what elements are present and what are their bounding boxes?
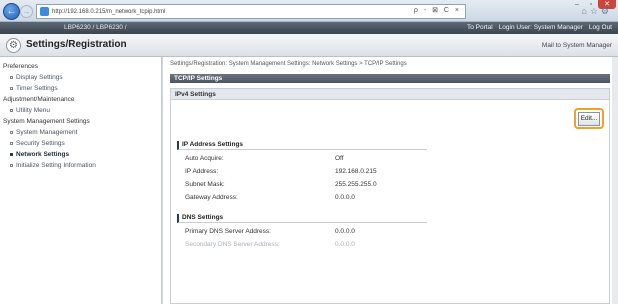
bullet-icon — [10, 153, 13, 156]
star-icon[interactable]: ☆ — [590, 6, 601, 16]
sidebar-item-label: Initialize Setting Information — [16, 162, 96, 169]
title-band: ⚙ Settings/Registration Mail to System M… — [0, 34, 618, 57]
edit-button[interactable]: Edit... — [578, 111, 600, 126]
setting-label: Secondary DNS Server Address: — [185, 241, 280, 248]
setting-label: Primary DNS Server Address: — [185, 228, 271, 235]
setting-row-subnet-mask: Subnet Mask: 255.255.255.0 — [185, 181, 485, 190]
forward-button[interactable]: → — [20, 5, 33, 18]
sidebar-item-display-settings[interactable]: Display Settings — [0, 72, 161, 83]
back-button[interactable]: ← — [3, 3, 20, 20]
sidebar-item-label: Utility Menu — [16, 107, 50, 114]
app-header: LBP6230 / LBP6230 / To Portal Login User… — [0, 22, 618, 34]
panel-title: IPv4 Settings — [171, 89, 609, 100]
arrow-right-icon: → — [22, 7, 31, 16]
address-tools[interactable]: ρ - ⊠ C × — [414, 6, 461, 14]
header-links: To Portal Login User: System Manager Log… — [467, 24, 612, 31]
sidebar-item-label: Network Settings — [16, 151, 70, 158]
address-bar[interactable]: http://192.168.0.215/m_network_tcpip.htm… — [36, 4, 466, 19]
sidebar-item-initialize-settings[interactable]: Initialize Setting Information — [0, 160, 161, 171]
setting-value: 0.0.0.0 — [335, 228, 355, 235]
bullet-icon — [10, 109, 13, 112]
ip-address-settings-heading: IP Address Settings — [177, 141, 427, 150]
bullet-icon — [10, 87, 13, 90]
setting-value: 192.168.0.215 — [335, 168, 377, 175]
section-title: TCP/IP Settings — [170, 74, 610, 83]
bullet-icon — [10, 164, 13, 167]
setting-row-gateway-address: Gateway Address: 0.0.0.0 — [185, 194, 485, 203]
sidebar-item-network-settings[interactable]: Network Settings — [0, 149, 161, 160]
sidebar-item-label: Security Settings — [16, 140, 65, 147]
setting-row-ip-address: IP Address: 192.168.0.215 — [185, 168, 485, 177]
setting-value: 0.0.0.0 — [335, 194, 355, 201]
mail-to-system-manager-link[interactable]: Mail to System Manager — [542, 42, 612, 49]
sidebar-item-label: Timer Settings — [16, 85, 58, 92]
sidebar-item-label: Display Settings — [16, 74, 63, 81]
sidebar: Preferences Display Settings Timer Setti… — [0, 57, 162, 304]
login-user: Login User: System Manager — [498, 24, 583, 31]
home-icon[interactable]: ⌂ — [581, 6, 589, 16]
page-scrollbar[interactable] — [612, 57, 618, 304]
bullet-icon — [10, 142, 13, 145]
settings-gear-icon: ⚙ — [6, 38, 21, 53]
page-title: Settings/Registration — [26, 39, 127, 50]
breadcrumb: Settings/Registration: System Management… — [170, 61, 407, 67]
dns-settings-heading: DNS Settings — [177, 214, 427, 223]
sidebar-section-preferences[interactable]: Preferences — [0, 61, 161, 72]
bullet-icon — [10, 131, 13, 134]
url-text: http://192.168.0.215/m_network_tcpip.htm… — [52, 8, 166, 15]
to-portal-link[interactable]: To Portal — [467, 24, 493, 31]
sidebar-item-timer-settings[interactable]: Timer Settings — [0, 83, 161, 94]
setting-value: 255.255.255.0 — [335, 181, 377, 188]
sidebar-item-utility-menu[interactable]: Utility Menu — [0, 105, 161, 116]
setting-label: Subnet Mask: — [185, 181, 225, 188]
log-out-link[interactable]: Log Out — [589, 24, 612, 31]
main-content: Settings/Registration: System Management… — [163, 57, 618, 304]
site-icon — [40, 7, 49, 16]
browser-toolbar: – ▫ ✕ ← → http://192.168.0.215/m_network… — [0, 0, 618, 22]
gear-icon[interactable]: ⚙ — [601, 6, 612, 16]
ipv4-settings-panel: IPv4 Settings Edit... IP Address Setting… — [170, 88, 610, 304]
sidebar-section-system-management[interactable]: System Management Settings — [0, 116, 161, 127]
browser-icons: ⌂☆⚙ — [581, 6, 612, 17]
edit-highlight: Edit... — [574, 108, 604, 129]
setting-row-secondary-dns: Secondary DNS Server Address: 0.0.0.0 — [185, 241, 485, 250]
sidebar-item-label: System Management — [16, 129, 78, 136]
setting-label: IP Address: — [185, 168, 219, 175]
setting-value: Off — [335, 155, 344, 162]
sidebar-section-adjustment[interactable]: Adjustment/Maintenance — [0, 94, 161, 105]
setting-label: Gateway Address: — [185, 194, 238, 201]
setting-label: Auto Acquire: — [185, 155, 224, 162]
arrow-left-icon: ← — [6, 6, 17, 17]
setting-row-primary-dns: Primary DNS Server Address: 0.0.0.0 — [185, 228, 485, 237]
setting-value: 0.0.0.0 — [335, 241, 355, 248]
sidebar-item-system-management[interactable]: System Management — [0, 127, 161, 138]
bullet-icon — [10, 76, 13, 79]
sidebar-item-security-settings[interactable]: Security Settings — [0, 138, 161, 149]
model-name: LBP6230 / LBP6230 / — [64, 24, 127, 31]
setting-row-auto-acquire: Auto Acquire: Off — [185, 155, 485, 164]
